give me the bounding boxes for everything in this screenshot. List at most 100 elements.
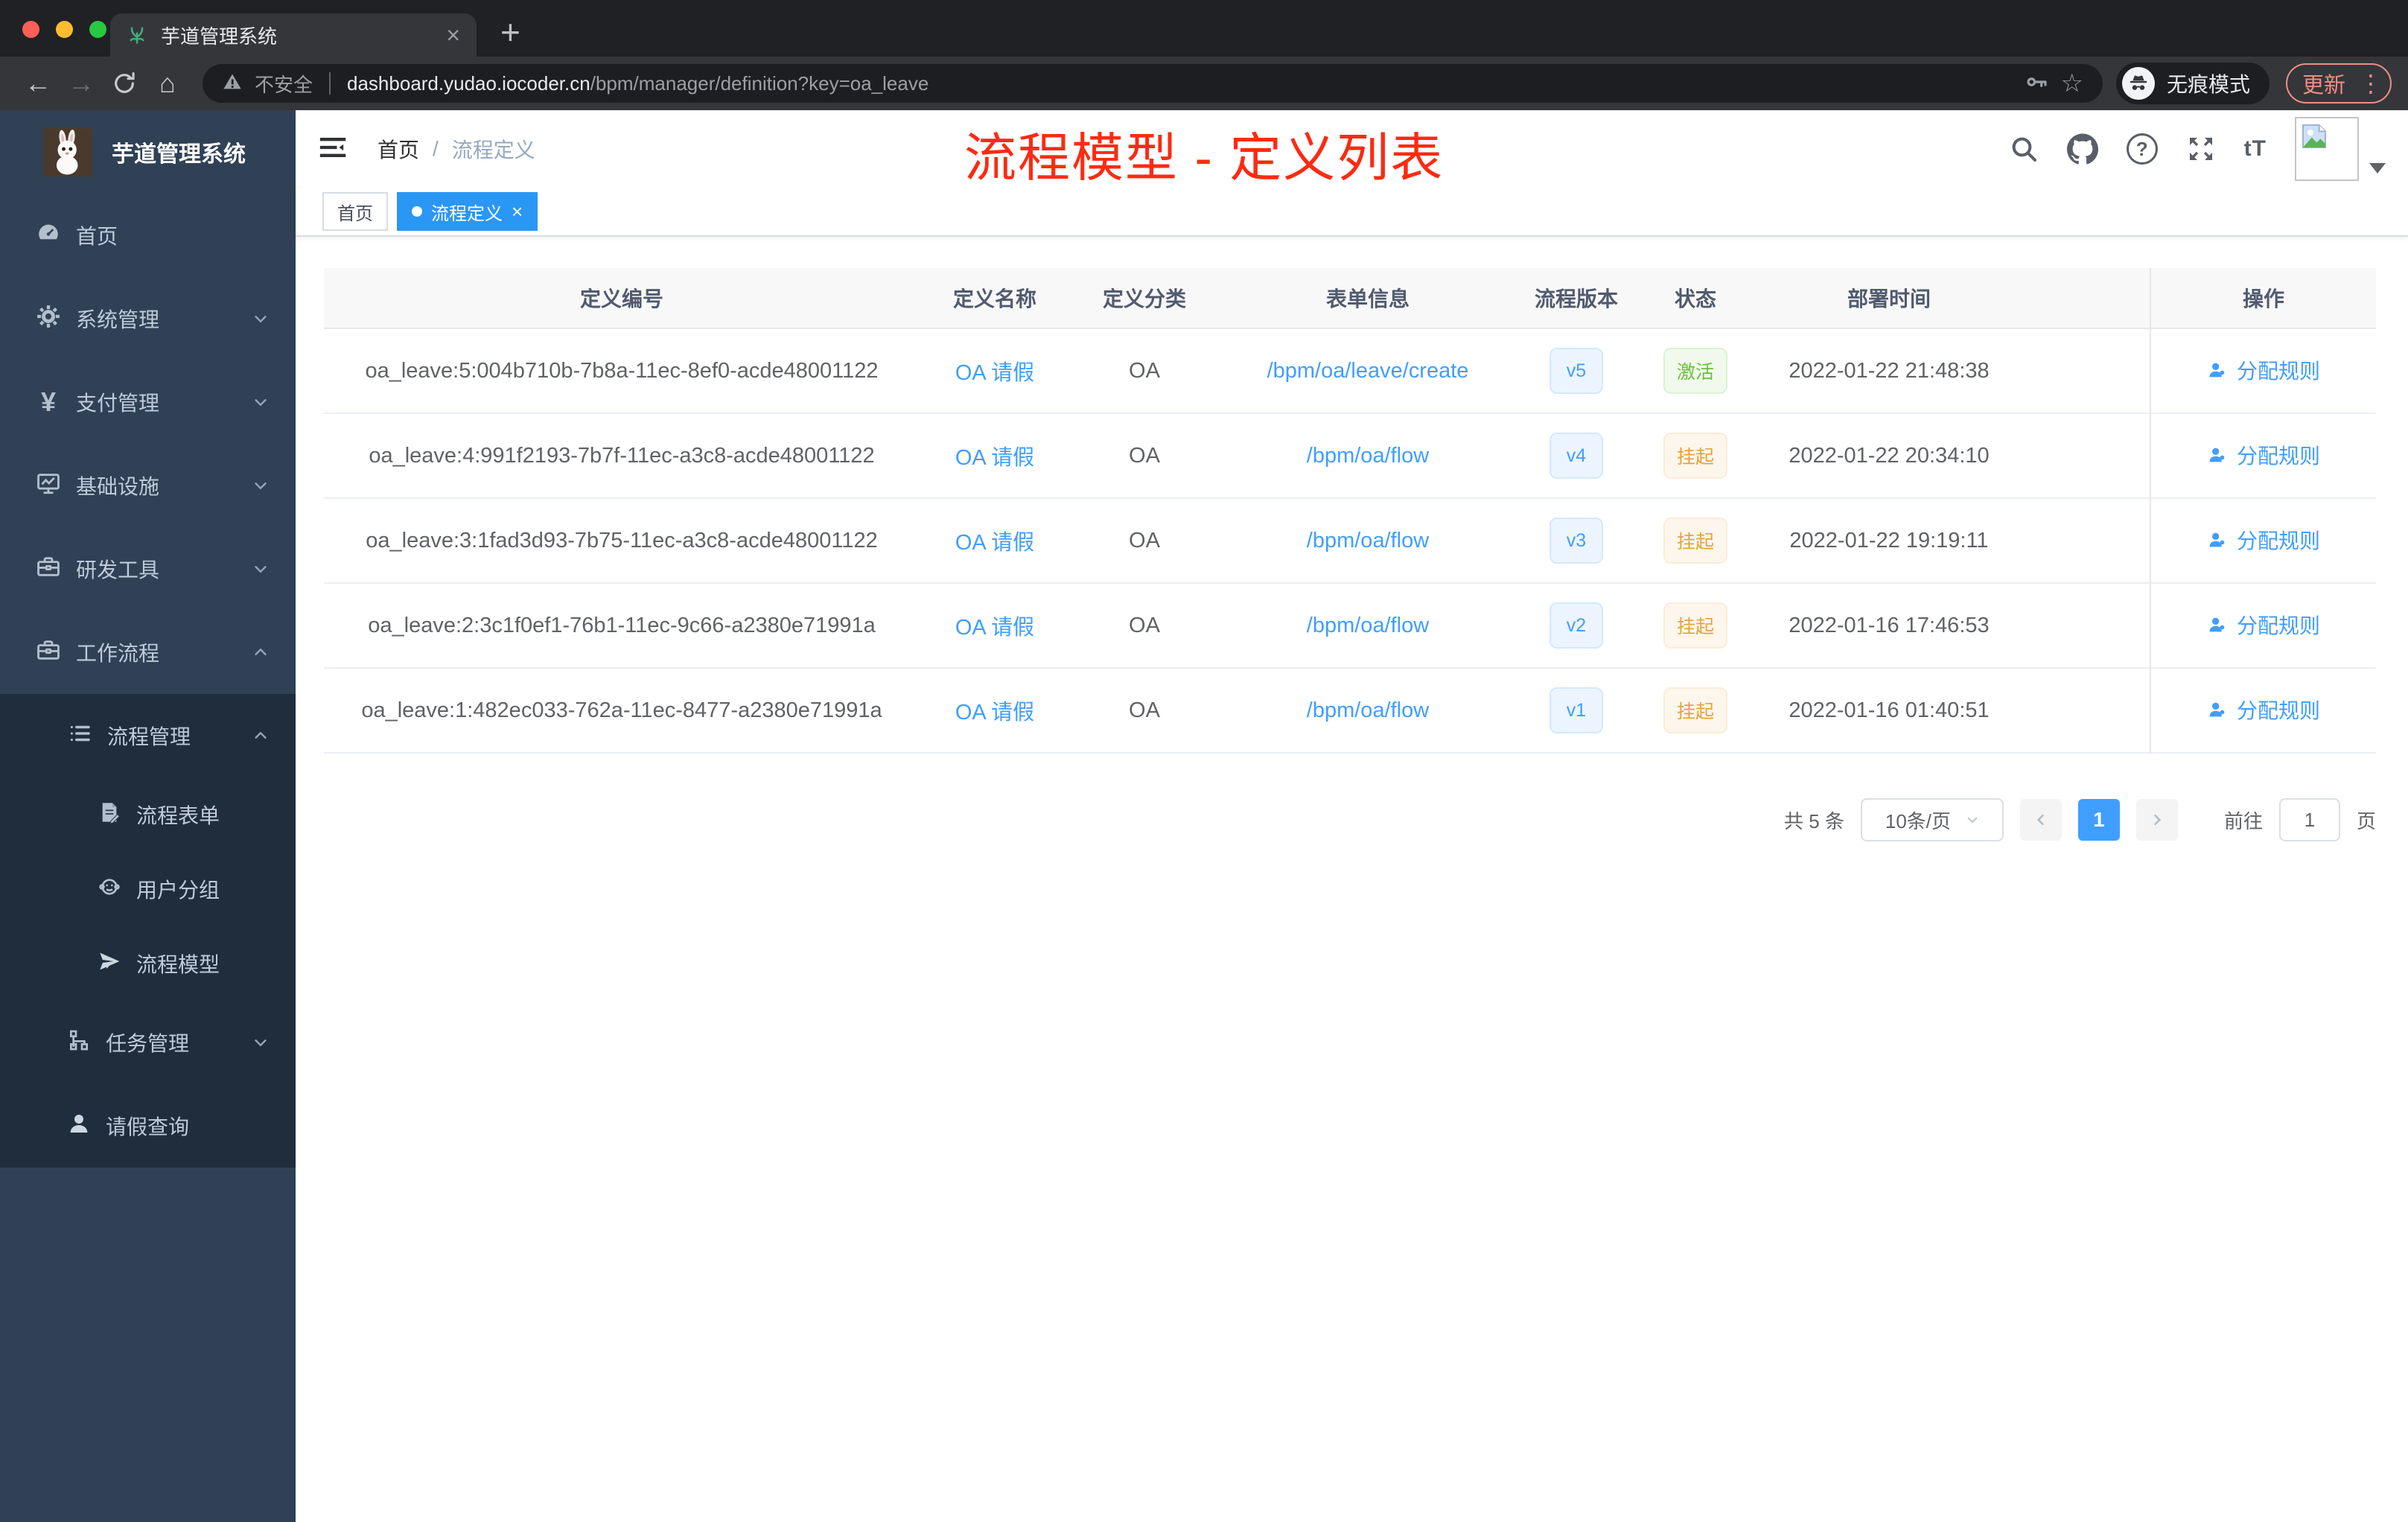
definition-id: oa_leave:1:482ec033-762a-11ec-8477-a2380… [361,698,882,722]
not-secure-warning-icon [222,71,243,96]
next-page-button[interactable] [2135,799,2178,841]
chevron-down-icon [1966,809,1979,832]
bookmark-star-icon[interactable] [2060,69,2083,98]
chevron-up-icon [252,727,269,744]
definition-id: oa_leave:2:3c1f0ef1-76b1-11ec-9c66-a2380… [368,613,876,637]
sidebar-item-label: 流程表单 [136,804,220,827]
user-icon [2209,532,2225,547]
font-size-icon[interactable] [2244,136,2267,162]
home-button[interactable] [146,68,189,99]
fixed-column-divider [2150,268,2151,754]
hamburger-icon[interactable] [318,133,348,166]
pagination-total: 共 5 条 [1784,809,1844,832]
sidebar-item-home[interactable]: 首页 [0,194,296,277]
sidebar-item-process-form[interactable]: 流程表单 [0,777,296,852]
tags-view: 首页 流程定义 [296,188,2408,237]
browser-tab[interactable]: 芋道管理系统 [110,13,477,57]
sidebar-item-task-management[interactable]: 任务管理 [0,1001,296,1084]
form-link[interactable]: /bpm/oa/flow [1307,698,1429,722]
definition-id: oa_leave:5:004b710b-7b8a-11ec-8ef0-acde4… [365,358,879,383]
sidebar-item-dev-tools[interactable]: 研发工具 [0,527,296,611]
sidebar-item-process-management[interactable]: 流程管理 [0,694,296,777]
sidebar-item-infrastructure[interactable]: 基础设施 [0,444,296,527]
sidebar-item-leave-query[interactable]: 请假查询 [0,1084,296,1168]
definition-category: OA [1129,698,1160,722]
deploy-time: 2022-01-16 17:46:53 [1789,613,1990,637]
user-avatar[interactable] [2295,117,2386,181]
sidebar-item-label: 系统管理 [76,308,160,331]
table-row: oa_leave:4:991f2193-7b7f-11ec-a3c8-acde4… [324,414,2376,499]
breadcrumb-home[interactable]: 首页 [378,134,419,164]
window-close-button[interactable] [22,21,39,38]
app-title: 芋道管理系统 [112,142,246,167]
form-link[interactable]: /bpm/oa/flow [1307,614,1429,637]
chevron-down-icon [252,311,269,327]
user-icon [2209,617,2225,632]
definition-name-link[interactable]: OA 请假 [955,616,1034,640]
navbar-actions [2009,117,2386,181]
sidebar-item-system[interactable]: 系统管理 [0,277,296,360]
monitor-icon [36,471,61,501]
assign-rule-link[interactable]: 分配规则 [2207,355,2320,385]
reload-button[interactable] [103,71,146,96]
breadcrumb-separator: / [433,137,439,160]
window-zoom-button[interactable] [89,21,106,38]
assign-rule-link[interactable]: 分配规则 [2207,610,2320,640]
definition-name-link[interactable]: OA 请假 [955,531,1034,555]
tag-process-definition[interactable]: 流程定义 [397,192,538,231]
breadcrumb: 首页 / 流程定义 [378,134,535,164]
forward-button[interactable] [60,68,103,99]
workflow-submenu: 流程管理 流程表单 用户分组 流程模型 任务管理 请假查询 [0,694,296,1168]
assign-rule-link[interactable]: 分配规则 [2207,695,2320,725]
definition-name-link[interactable]: OA 请假 [955,701,1034,725]
tag-home[interactable]: 首页 [322,192,388,231]
column-header-id: 定义编号 [579,287,663,311]
url-separator [329,72,331,95]
sidebar-item-user-group[interactable]: 用户分组 [0,852,296,926]
url-bar[interactable]: 不安全 dashboard.yudao.iocoder.cn/bpm/manag… [203,64,2103,103]
avatar-caret-icon[interactable] [2369,163,2386,173]
definition-name-link[interactable]: OA 请假 [955,446,1034,470]
version-badge: v3 [1549,518,1603,564]
tag-close-icon[interactable] [512,200,523,223]
update-button[interactable]: 更新 [2285,63,2392,104]
sidebar-item-label: 流程管理 [107,725,191,748]
password-key-icon[interactable] [2025,70,2048,98]
help-icon[interactable] [2126,133,2158,165]
search-icon[interactable] [2009,134,2039,164]
sidebar-item-workflow[interactable]: 工作流程 [0,611,296,694]
form-link[interactable]: /bpm/oa/flow [1307,444,1429,468]
back-button[interactable] [16,68,60,99]
column-header-name: 定义名称 [952,287,1036,311]
chevron-up-icon [252,644,269,660]
goto-page-input[interactable] [2278,798,2340,841]
page-size-select[interactable]: 10条/页 [1860,798,2004,841]
fullscreen-icon[interactable] [2186,134,2216,164]
status-badge: 挂起 [1663,602,1727,649]
column-header-deploy-time: 部署时间 [1847,287,1931,311]
form-link[interactable]: /bpm/oa/leave/create [1267,359,1469,383]
table-row: oa_leave:5:004b710b-7b8a-11ec-8ef0-acde4… [324,329,2376,414]
prev-page-button[interactable] [2019,799,2062,841]
form-link[interactable]: /bpm/oa/flow [1307,529,1429,553]
sidebar-item-process-model[interactable]: 流程模型 [0,926,296,1001]
version-badge: v2 [1549,602,1603,649]
window-minimize-button[interactable] [56,21,73,38]
form-icon [98,800,121,830]
sidebar-item-payment[interactable]: ¥ 支付管理 [0,360,296,444]
definition-table: 定义编号 定义名称 定义分类 表单信息 流程版本 状态 部署时间 操作 oa_l… [324,268,2376,754]
current-page-button[interactable]: 1 [2077,799,2120,841]
github-icon[interactable] [2066,133,2098,165]
sidebar-item-label: 支付管理 [76,392,160,415]
assign-rule-link[interactable]: 分配规则 [2207,525,2320,555]
robot-icon [98,875,121,904]
table-row: oa_leave:2:3c1f0ef1-76b1-11ec-9c66-a2380… [324,584,2376,669]
tab-close-icon[interactable] [446,23,460,47]
tab-strip: 芋道管理系统 [0,0,2408,57]
annotation-title: 流程模型 - 定义列表 [964,129,1445,187]
briefcase-icon [36,637,61,668]
definition-name-link[interactable]: OA 请假 [955,361,1034,385]
browser-menu-dots-icon[interactable] [2359,69,2383,98]
assign-rule-link[interactable]: 分配规则 [2207,440,2320,470]
new-tab-button[interactable] [500,12,520,52]
